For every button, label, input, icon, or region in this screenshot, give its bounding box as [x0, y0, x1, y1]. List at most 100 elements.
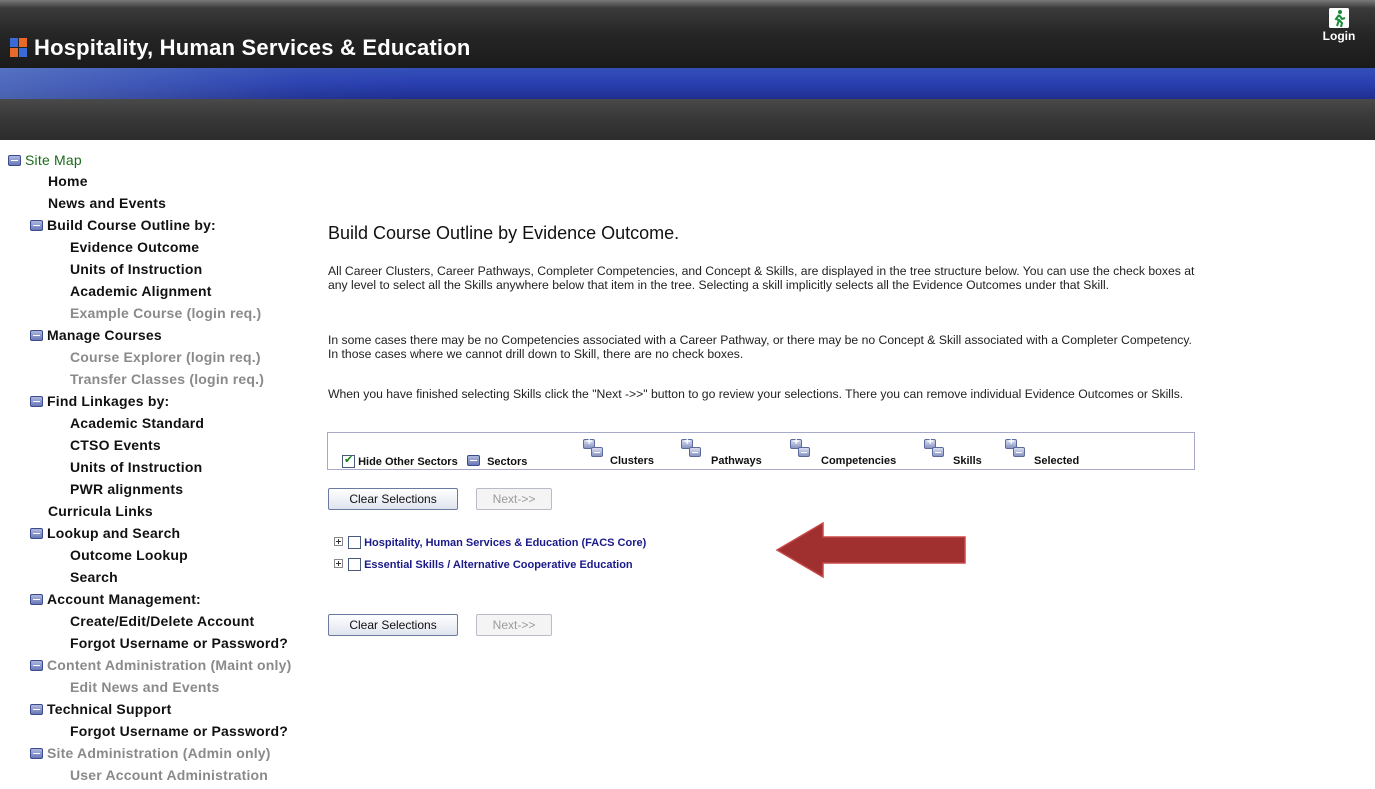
page-title: Build Course Outline by Evidence Outcome… [328, 223, 680, 243]
sidebar-item-label: Units of Instruction [70, 459, 203, 475]
sidebar-item-label: Account Management: [47, 591, 201, 607]
sidebar-item[interactable]: Build Course Outline by: [30, 215, 216, 236]
sidebar-item[interactable]: Academic Alignment [70, 281, 212, 302]
sidebar-item-label: PWR alignments [70, 481, 184, 497]
sidebar-item-label: Build Course Outline by: [47, 217, 216, 233]
header-blue-band [0, 68, 1375, 99]
sidebar-item-label: Outcome Lookup [70, 547, 188, 563]
sidebar-item[interactable]: News and Events [48, 193, 166, 214]
sidebar-item[interactable]: Account Management: [30, 589, 201, 610]
expand-collapse-icon [583, 436, 605, 459]
legend-sectors-label: Sectors [487, 456, 528, 468]
sidebar-item[interactable]: Search [70, 567, 118, 588]
tree-legend: Hide Other Sectors Sectors Clusters Path… [327, 432, 1195, 470]
sidebar-item[interactable]: Evidence Outcome [70, 237, 199, 258]
sidebar-item-label: Course Explorer (login req.) [70, 349, 261, 365]
sidebar-item[interactable]: Transfer Classes (login req.) [70, 369, 264, 390]
expand-icon[interactable] [334, 537, 343, 546]
expand-icon[interactable] [334, 559, 343, 568]
collapse-icon[interactable] [30, 704, 43, 715]
collapse-icon[interactable] [30, 748, 43, 759]
tree-node-label[interactable]: Essential Skills / Alternative Cooperati… [364, 559, 633, 571]
sidebar-item[interactable]: Outcome Lookup [70, 545, 188, 566]
sidebar-item-label: Manage Courses [47, 327, 162, 343]
sidebar-item[interactable]: Technical Support [30, 699, 172, 720]
sidebar-item-label: Curricula Links [48, 503, 153, 519]
sidebar-item-label: Search [70, 569, 118, 585]
left-arrow-icon [775, 521, 966, 579]
sidebar-item[interactable]: PWR alignments [70, 479, 183, 500]
collapse-icon[interactable] [30, 220, 43, 231]
sidebar-item[interactable]: Lookup and Search [30, 523, 180, 544]
tree-node: Hospitality, Human Services & Education … [334, 534, 646, 552]
legend-competencies-label: Competencies [821, 455, 897, 467]
tree-node-checkbox[interactable] [348, 536, 361, 549]
sidebar-item[interactable]: Edit News and Events [70, 677, 219, 698]
sidebar-item-label: Forgot Username or Password? [70, 635, 288, 651]
sidebar-item[interactable]: Content Administration (Maint only) [30, 655, 291, 676]
expand-collapse-icon [681, 436, 703, 459]
tree-node-label[interactable]: Hospitality, Human Services & Education … [364, 537, 646, 549]
hide-other-sectors-checkbox[interactable] [342, 453, 355, 468]
sidebar-item-label: Transfer Classes (login req.) [70, 371, 265, 387]
hide-other-sectors-label: Hide Other Sectors [358, 456, 458, 468]
hide-other-sectors-option[interactable]: Hide Other Sectors [342, 453, 458, 468]
sidebar-item-label: Content Administration (Maint only) [47, 657, 292, 673]
sidebar-root-label: Site Map [25, 152, 82, 168]
login-button[interactable]: Login [1316, 8, 1362, 48]
app-title: Hospitality, Human Services & Education [34, 35, 471, 60]
clear-selections-button-bottom[interactable]: Clear Selections [328, 614, 458, 636]
sidebar-item[interactable]: Course Explorer (login req.) [70, 347, 261, 368]
intro-paragraph: All Career Clusters, Career Pathways, Co… [328, 264, 1195, 292]
sidebar-item[interactable]: Units of Instruction [70, 259, 202, 280]
sidebar-item[interactable]: Site Administration (Admin only) [30, 743, 271, 764]
collapse-icon[interactable] [30, 594, 43, 605]
expand-collapse-icon [1005, 436, 1027, 459]
sidebar-item[interactable]: Forgot Username or Password? [70, 633, 288, 654]
sidebar-item-label: Edit News and Events [70, 679, 220, 695]
collapse-icon[interactable] [8, 155, 21, 166]
exit-person-icon [1329, 8, 1349, 28]
sidebar-item[interactable]: Find Linkages by: [30, 391, 169, 412]
expand-collapse-icon [924, 436, 946, 459]
sidebar-item[interactable]: Example Course (login req.) [70, 303, 261, 324]
login-label: Login [1322, 29, 1356, 43]
sidebar-item-label: News and Events [48, 195, 167, 211]
sidebar-item[interactable]: CTSO Events [70, 435, 161, 456]
collapse-icon[interactable] [30, 396, 43, 407]
note-paragraph: In some cases there may be no Competenci… [328, 333, 1192, 361]
sidebar-root-site-map[interactable]: Site Map [8, 150, 82, 171]
sidebar-item[interactable]: Create/Edit/Delete Account [70, 611, 254, 632]
sidebar-item-label: Academic Standard [70, 415, 205, 431]
tree-node: Essential Skills / Alternative Cooperati… [334, 556, 633, 574]
sidebar-item[interactable]: Curricula Links [48, 501, 153, 522]
next-button-bottom[interactable]: Next->> [476, 614, 552, 636]
sidebar-item-label: Find Linkages by: [47, 393, 170, 409]
top-bar: Hospitality, Human Services & Education … [0, 0, 1375, 68]
site-logo-icon [10, 38, 27, 57]
sidebar-item[interactable]: Forgot Username or Password? [70, 721, 288, 742]
sidebar-item-label: Units of Instruction [70, 261, 203, 277]
expand-collapse-icon [790, 436, 812, 459]
sidebar-item[interactable]: Academic Standard [70, 413, 204, 434]
legend-clusters-label: Clusters [610, 455, 655, 467]
sidebar-item[interactable]: Units of Instruction [70, 457, 202, 478]
sidebar-item-label: Site Administration (Admin only) [47, 745, 271, 761]
sidebar-item-label: User Account Administration [70, 767, 269, 783]
collapse-icon[interactable] [30, 528, 43, 539]
instruction-paragraph: When you have finished selecting Skills … [328, 387, 1184, 401]
legend-sectors: Sectors [467, 455, 527, 468]
sidebar-item[interactable]: Manage Courses [30, 325, 162, 346]
collapse-icon[interactable] [30, 660, 43, 671]
legend-pathways-label: Pathways [711, 455, 762, 467]
collapse-icon[interactable] [30, 330, 43, 341]
tree-node-checkbox[interactable] [348, 558, 361, 571]
sidebar-item[interactable]: Home [48, 171, 88, 192]
sidebar-item-label: Example Course (login req.) [70, 305, 262, 321]
next-button[interactable]: Next->> [476, 488, 552, 510]
sidebar-item-label: Home [48, 173, 88, 189]
clear-selections-button[interactable]: Clear Selections [328, 488, 458, 510]
sidebar-item-label: Forgot Username or Password? [70, 723, 288, 739]
sidebar-item[interactable]: User Account Administration [70, 765, 268, 786]
sidebar-item-label: CTSO Events [70, 437, 161, 453]
